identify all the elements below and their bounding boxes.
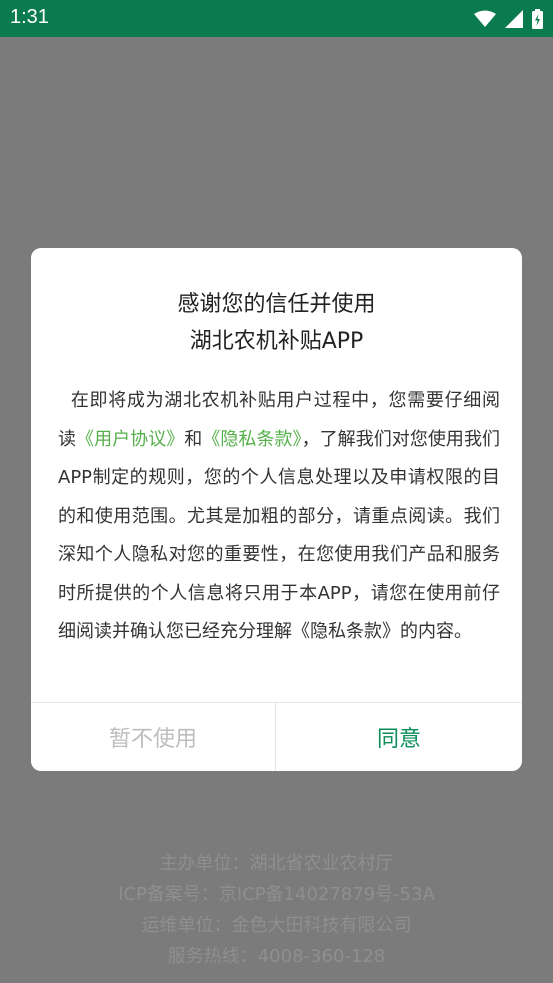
- footer-hotline: 服务热线：4008-360-128: [167, 946, 386, 967]
- privacy-policy-link[interactable]: 《隐私条款》: [202, 429, 301, 450]
- battery-icon: [532, 9, 543, 29]
- privacy-dialog: 感谢您的信任并使用 湖北农机补贴APP 在即将成为湖北农机补贴用户过程中，您需要…: [31, 248, 522, 771]
- footer-operator: 运维单位：金色大田科技有限公司: [141, 915, 412, 936]
- body-text-and: 和: [184, 428, 203, 450]
- agree-button[interactable]: 同意: [276, 703, 522, 771]
- body-text-rest: ，了解我们对您使用我们APP制定的规则，您的个人信息处理以及申请权限的目的和使用…: [58, 428, 501, 643]
- status-time: 1:31: [10, 6, 49, 28]
- dialog-body: 在即将成为湖北农机补贴用户过程中，您需要仔细阅读《用户协议》和《隐私条款》，了解…: [58, 382, 500, 652]
- wifi-icon: [474, 10, 496, 28]
- dialog-title-line1: 感谢您的信任并使用: [177, 292, 376, 317]
- status-icons: [474, 9, 543, 29]
- footer-info: 主办单位：湖北省农业农村厅 ICP备案号：京ICP备14027879号-53A …: [0, 848, 553, 972]
- dialog-title-line2: 湖北农机补贴APP: [189, 329, 364, 354]
- footer-icp: ICP备案号：京ICP备14027879号-53A: [118, 884, 435, 905]
- status-bar: 1:31: [0, 0, 553, 37]
- signal-icon: [505, 10, 523, 28]
- decline-button[interactable]: 暂不使用: [31, 703, 275, 771]
- user-agreement-link[interactable]: 《用户协议》: [76, 429, 184, 450]
- dialog-title: 感谢您的信任并使用 湖北农机补贴APP: [31, 286, 522, 360]
- footer-sponsor: 主办单位：湖北省农业农村厅: [159, 853, 394, 874]
